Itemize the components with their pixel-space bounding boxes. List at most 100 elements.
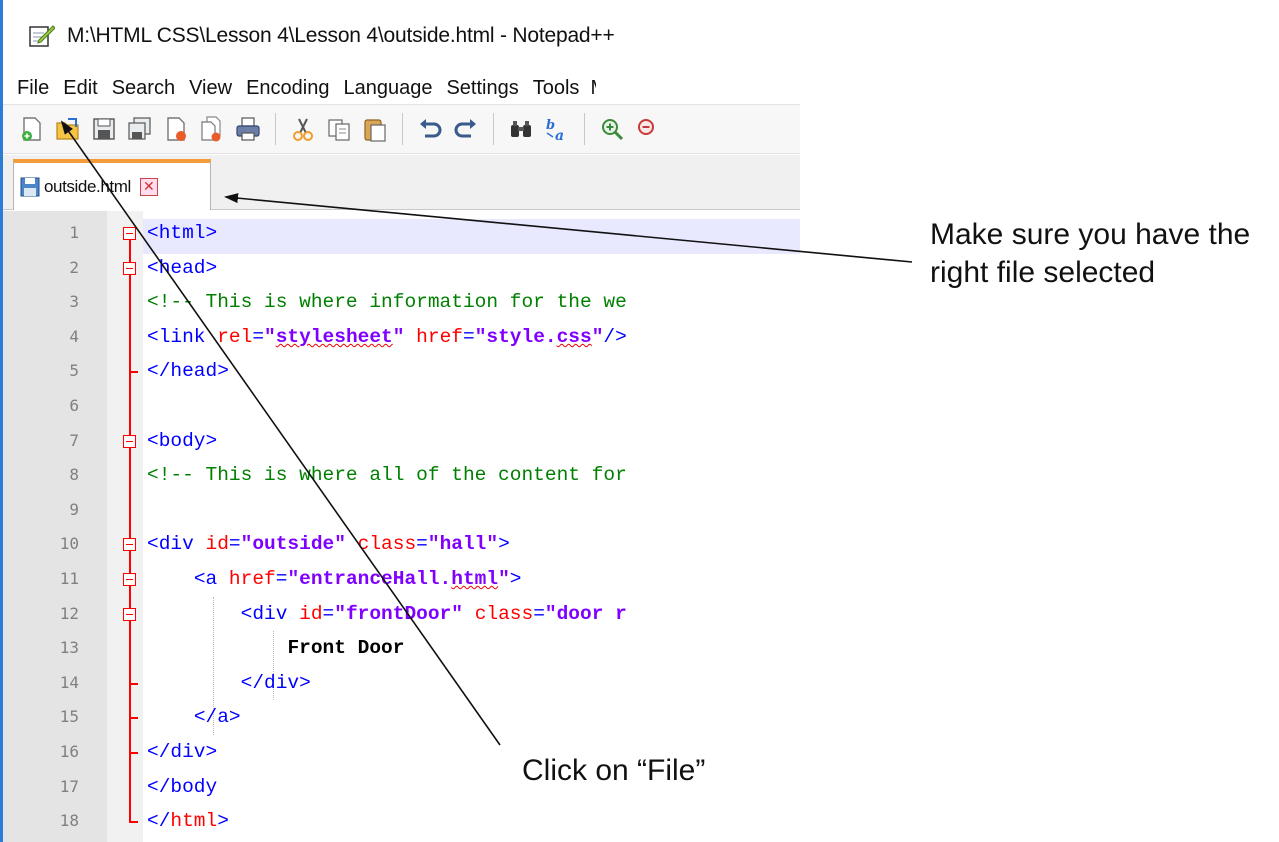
code-line[interactable]: 2 <head>: [3, 251, 800, 285]
line-number: 10: [59, 534, 79, 554]
code-line[interactable]: 18 </html>: [3, 804, 800, 838]
code-token: </a>: [193, 706, 241, 729]
menu-encoding[interactable]: Encoding: [239, 72, 336, 104]
code-token: <html>: [147, 222, 218, 244]
code-token: "hall": [427, 533, 499, 556]
code-editor[interactable]: 1 <html> 2 <head> 3 <!-- This is where inform…: [3, 211, 800, 842]
title-bar: M:\HTML CSS\Lesson 4\Lesson 4\outside.ht…: [3, 0, 800, 72]
code-token: "style.: [474, 325, 557, 348]
code-line[interactable]: 9: [3, 493, 800, 527]
code-text: <a href="entranceHall.html">: [147, 562, 522, 596]
save-button[interactable]: [89, 114, 119, 144]
menu-settings[interactable]: Settings: [439, 72, 525, 104]
print-button[interactable]: [233, 114, 263, 144]
zoom-out-icon: [638, 119, 654, 135]
line-number: 7: [69, 430, 79, 450]
notepad-app-icon: [29, 25, 55, 47]
toolbar-separator: [275, 113, 276, 145]
code-token: <div: [240, 602, 300, 625]
find-button[interactable]: [506, 114, 536, 144]
line-number: 1: [69, 223, 79, 242]
cut-button[interactable]: [288, 114, 318, 144]
code-line[interactable]: 4 <link rel="stylesheet" href="style.css"…: [3, 320, 800, 354]
code-text: <!-- This is where all of the content fo…: [147, 458, 627, 492]
code-line[interactable]: 1 <html>: [3, 216, 800, 250]
menu-file[interactable]: File: [3, 72, 56, 104]
line-number: 14: [59, 672, 79, 692]
code-token: <div: [147, 533, 206, 556]
save-all-button[interactable]: [125, 114, 155, 144]
code-line[interactable]: 7 <body>: [3, 424, 800, 458]
menu-language[interactable]: Language: [336, 72, 439, 104]
new-file-button[interactable]: [17, 114, 47, 144]
code-line[interactable]: 12 <div id="frontDoor" class="door r: [3, 597, 800, 631]
copy-button[interactable]: [324, 114, 354, 144]
close-all-icon: [201, 116, 221, 142]
zoom-in-icon: [602, 119, 624, 141]
menu-macro-partial[interactable]: M: [586, 72, 596, 104]
code-line[interactable]: 13 Front Door: [3, 631, 800, 665]
code-text: <body>: [147, 424, 217, 458]
menu-view[interactable]: View: [182, 72, 239, 104]
toolbar-separator: [493, 113, 494, 145]
redo-button[interactable]: [451, 114, 481, 144]
code-token: <!-- This is where all of the content fo…: [147, 464, 627, 487]
close-file-icon: [167, 117, 186, 141]
code-line[interactable]: 3 <!-- This is where information for the …: [3, 285, 800, 319]
code-token: href: [416, 325, 463, 348]
code-token: =: [252, 325, 265, 348]
code-token: rel: [217, 325, 253, 348]
line-number: 13: [59, 638, 79, 658]
close-file-button[interactable]: [161, 114, 191, 144]
tab-outside-html[interactable]: outside.html ✕: [13, 159, 211, 210]
notepad-plus-plus-window: M:\HTML CSS\Lesson 4\Lesson 4\outside.ht…: [3, 0, 800, 842]
code-token: id: [299, 602, 323, 625]
code-token: stylesheet: [275, 325, 393, 348]
save-icon: [93, 118, 115, 140]
code-token: "frontDoor": [334, 602, 463, 625]
zoom-in-button[interactable]: [597, 114, 627, 144]
replace-button[interactable]: b a: [542, 114, 572, 144]
line-number: 5: [69, 361, 79, 381]
paste-button[interactable]: [360, 114, 390, 144]
open-file-button[interactable]: [53, 114, 83, 144]
menu-search[interactable]: Search: [105, 72, 182, 104]
code-text: <link rel="stylesheet" href="style.css"/…: [147, 320, 627, 354]
code-token: =: [322, 602, 335, 625]
code-token: "entranceHall.: [287, 568, 452, 590]
code-token: html: [451, 568, 499, 590]
code-token: <a: [193, 568, 229, 590]
code-line[interactable]: 16 </div>: [3, 735, 800, 769]
menu-tools[interactable]: Tools: [526, 72, 587, 104]
code-line[interactable]: 11 <a href="entranceHall.html">: [3, 562, 800, 596]
code-token: </body: [147, 775, 218, 798]
line-number: 3: [69, 292, 79, 312]
code-text: </head>: [147, 354, 229, 388]
code-line[interactable]: 15 </a>: [3, 700, 800, 734]
window-title: M:\HTML CSS\Lesson 4\Lesson 4\outside.ht…: [67, 24, 615, 47]
code-text: <!-- This is where information for the w…: [147, 285, 627, 319]
code-token: =: [462, 325, 475, 348]
close-all-button[interactable]: [197, 114, 227, 144]
code-token: =: [275, 568, 288, 590]
code-line[interactable]: 14 </div>: [3, 666, 800, 700]
close-icon[interactable]: ✕: [139, 177, 158, 196]
code-token: ": [392, 325, 405, 348]
menu-edit[interactable]: Edit: [56, 72, 104, 104]
code-line[interactable]: 10 <div id="outside" class="hall">: [3, 527, 800, 561]
code-line[interactable]: 8 <!-- This is where all of the content f…: [3, 458, 800, 492]
code-text: </body: [147, 770, 217, 804]
code-token: class: [474, 602, 534, 625]
cut-icon: [293, 118, 313, 141]
code-token: />: [603, 325, 627, 348]
undo-button[interactable]: [415, 114, 445, 144]
code-line[interactable]: 5 </head>: [3, 354, 800, 388]
open-file-icon: [56, 118, 79, 140]
code-token: <body>: [147, 429, 218, 452]
copy-icon: [328, 119, 350, 141]
code-token: ": [264, 325, 276, 348]
code-line[interactable]: 17 </body: [3, 770, 800, 804]
zoom-out-button[interactable]: [633, 114, 663, 144]
code-line[interactable]: 6: [3, 389, 800, 423]
